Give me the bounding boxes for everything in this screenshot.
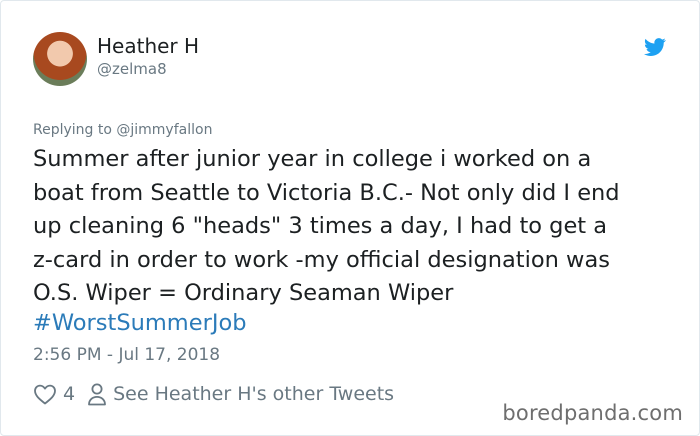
tweet-timestamp[interactable]: 2:56 PM - Jul 17, 2018 [33,345,220,365]
heart-icon[interactable] [33,383,57,405]
hashtag-link[interactable]: #WorstSummerJob [33,307,247,341]
avatar[interactable] [33,32,87,86]
watermark: boredpanda.com [502,401,683,425]
twitter-bird-icon[interactable] [642,36,668,58]
tweet-text: Summer after junior year in college i wo… [33,146,620,307]
author-name[interactable]: Heather H [97,34,199,58]
person-icon[interactable] [87,382,107,406]
like-count[interactable]: 4 [63,383,75,405]
author-handle[interactable]: @zelma8 [97,60,167,78]
tweet-actions: 4 See Heather H's other Tweets [33,381,394,407]
see-other-tweets-link[interactable]: See Heather H's other Tweets [113,383,394,405]
tweet-card: Heather H @zelma8 Replying to @jimmyfall… [0,0,700,436]
replying-to[interactable]: Replying to @jimmyfallon [33,122,212,138]
